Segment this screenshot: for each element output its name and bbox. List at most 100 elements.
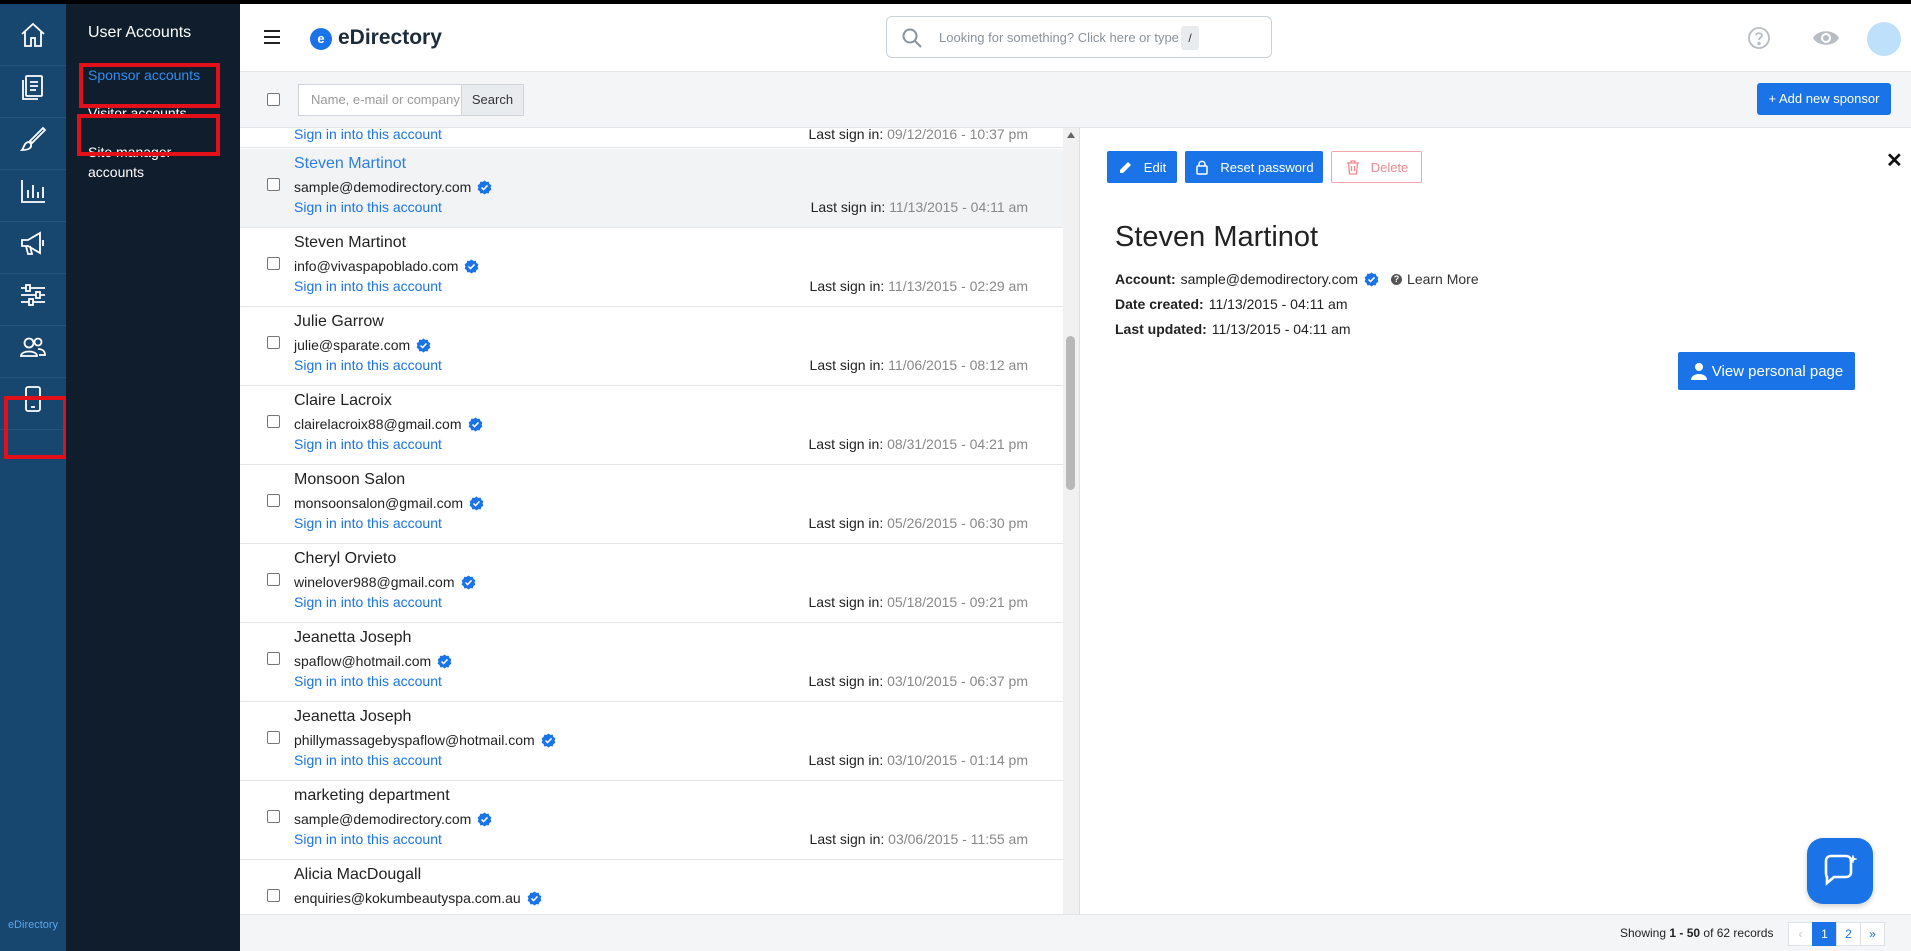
list-item[interactable]: Jeanetta Joseph spaflow@hotmail.com Sign i…	[240, 623, 1063, 702]
sign-in-link[interactable]: Sign in into this account	[294, 278, 442, 294]
list-item[interactable]: marketing department sample@demodirectory…	[240, 781, 1063, 860]
verified-icon	[416, 337, 431, 353]
verified-icon	[469, 495, 484, 511]
date-created-value: 11/13/2015 - 04:11 am	[1208, 296, 1348, 312]
row-checkbox[interactable]	[267, 494, 280, 507]
row-checkbox[interactable]	[267, 178, 280, 191]
list-item[interactable]: Claire Lacroix clairelacroix88@gmail.com S…	[240, 386, 1063, 465]
list-scrollbar[interactable]	[1063, 128, 1079, 914]
list-item-partial: Sign in into this account Last sign in: …	[240, 128, 1063, 148]
last-sign-in: Last sign in: 08/31/2015 - 04:21 pm	[808, 436, 1029, 452]
verified-icon	[1364, 271, 1379, 287]
subnav-title: User Accounts	[88, 24, 192, 41]
detail-panel: Edit Reset password Delete ✕ Steven Mart…	[1079, 128, 1911, 914]
last-sign-in: Last sign in: 11/06/2015 - 08:12 am	[809, 357, 1028, 373]
learn-more-link[interactable]: ? Learn More	[1391, 271, 1479, 287]
edit-button[interactable]: Edit	[1107, 151, 1177, 183]
user-icon	[1690, 363, 1707, 380]
list-item[interactable]: Jeanetta Joseph phillymassagebyspaflow@ho…	[240, 702, 1063, 781]
add-new-sponsor-button[interactable]: + Add new sponsor	[1757, 83, 1891, 115]
sponsor-name[interactable]: Claire Lacroix	[294, 392, 392, 410]
last-sign-in: Last sign in: 03/10/2015 - 01:14 pm	[808, 752, 1029, 768]
sign-in-link[interactable]: Sign in into this account	[294, 128, 442, 142]
header: e eDirectory Looking for something? Clic…	[240, 4, 1911, 72]
pagination: ‹ 1 2 »	[1788, 922, 1885, 946]
list-item[interactable]: Monsoon Salon monsoonsalon@gmail.com Sign …	[240, 465, 1063, 544]
detail-date-created: Date created: 11/13/2015 - 04:11 am	[1115, 296, 1348, 312]
list-item[interactable]: Alicia MacDougall enquiries@kokumbeautysp…	[240, 860, 1063, 914]
visitor-highlight-box	[77, 114, 220, 156]
sign-in-link[interactable]: Sign in into this account	[294, 436, 442, 452]
records-count: Showing 1 - 50 of 62 records	[1620, 926, 1774, 940]
page-2[interactable]: 2	[1836, 922, 1861, 946]
view-personal-page-button[interactable]: View personal page	[1678, 352, 1855, 390]
sponsor-name[interactable]: Steven Martinot	[294, 234, 406, 252]
avatar[interactable]	[1867, 22, 1901, 56]
last-sign-in: Last sign in: 03/06/2015 - 11:55 am	[809, 831, 1028, 847]
row-checkbox[interactable]	[267, 810, 280, 823]
reset-password-label: Reset password	[1220, 159, 1314, 175]
sponsor-name[interactable]: Monsoon Salon	[294, 471, 405, 489]
scroll-up-arrow[interactable]	[1067, 132, 1075, 138]
last-updated-value: 11/13/2015 - 04:11 am	[1211, 321, 1351, 337]
row-checkbox[interactable]	[267, 336, 280, 349]
list-item[interactable]: Julie Garrow julie@sparate.com Sign in int…	[240, 307, 1063, 386]
delete-button[interactable]: Delete	[1331, 151, 1422, 183]
sponsor-name[interactable]: Cheryl Orvieto	[294, 550, 396, 568]
sponsor-name[interactable]: marketing department	[294, 787, 450, 805]
page-next[interactable]: »	[1860, 922, 1885, 946]
sponsor-search-input[interactable]: Name, e-mail or company	[298, 84, 462, 116]
menu-icon[interactable]	[264, 30, 280, 44]
sign-in-link[interactable]: Sign in into this account	[294, 673, 442, 689]
scrollbar-thumb[interactable]	[1066, 336, 1075, 490]
sponsor-email: phillymassagebyspaflow@hotmail.com	[294, 732, 556, 748]
sponsor-email: clairelacroix88@gmail.com	[294, 416, 483, 432]
help-icon[interactable]	[1747, 26, 1771, 50]
page-1[interactable]: 1	[1812, 922, 1837, 946]
verified-icon	[478, 179, 492, 195]
sponsor-name[interactable]: Julie Garrow	[294, 313, 384, 331]
account-value: sample@demodirectory.com	[1180, 271, 1359, 287]
eye-icon[interactable]	[1812, 26, 1840, 50]
row-checkbox[interactable]	[267, 652, 280, 665]
documents-icon	[22, 74, 43, 100]
search-button[interactable]: Search	[461, 84, 524, 116]
lock-icon	[1196, 160, 1209, 175]
logo-mark: e	[310, 28, 332, 50]
sign-in-link[interactable]: Sign in into this account	[294, 752, 442, 768]
list-item[interactable]: Cheryl Orvieto winelover988@gmail.com Sign…	[240, 544, 1063, 623]
last-sign-in: Last sign in: 03/10/2015 - 06:37 pm	[808, 673, 1029, 689]
sliders-icon	[21, 283, 45, 306]
row-checkbox[interactable]	[267, 731, 280, 744]
sign-in-link[interactable]: Sign in into this account	[294, 515, 442, 531]
sponsor-name[interactable]: Alicia MacDougall	[294, 866, 421, 884]
logo[interactable]: eDirectory	[338, 26, 442, 50]
list-item[interactable]: Steven Martinot info@vivaspapoblado.com Si…	[240, 228, 1063, 307]
verified-icon	[478, 811, 492, 827]
chat-button[interactable]	[1807, 838, 1873, 904]
sign-in-link[interactable]: Sign in into this account	[294, 831, 442, 847]
users-icon	[20, 337, 46, 357]
sponsor-name[interactable]: Jeanetta Joseph	[294, 708, 411, 726]
row-checkbox[interactable]	[267, 257, 280, 270]
row-checkbox[interactable]	[267, 573, 280, 586]
list-item[interactable]: Steven Martinot sample@demodirectory.com S…	[240, 149, 1063, 228]
sponsor-name[interactable]: Steven Martinot	[294, 155, 406, 173]
sign-in-link[interactable]: Sign in into this account	[294, 594, 442, 610]
date-created-label: Date created:	[1115, 296, 1204, 312]
sponsor-name[interactable]: Jeanetta Joseph	[294, 629, 411, 647]
sponsor-email: winelover988@gmail.com	[294, 574, 476, 590]
sponsor-email: sample@demodirectory.com	[294, 179, 492, 195]
global-search[interactable]: Looking for something? Click here or typ…	[886, 16, 1272, 58]
row-checkbox[interactable]	[267, 415, 280, 428]
sign-in-link[interactable]: Sign in into this account	[294, 357, 442, 373]
sign-in-link[interactable]: Sign in into this account	[294, 199, 442, 215]
search-icon	[902, 28, 922, 48]
page-prev[interactable]: ‹	[1788, 922, 1813, 946]
verified-icon	[465, 258, 479, 274]
select-all-checkbox[interactable]	[267, 93, 280, 106]
reset-password-button[interactable]: Reset password	[1185, 151, 1323, 183]
close-icon[interactable]: ✕	[1886, 148, 1903, 173]
verified-icon	[461, 574, 475, 590]
row-checkbox[interactable]	[267, 889, 280, 902]
